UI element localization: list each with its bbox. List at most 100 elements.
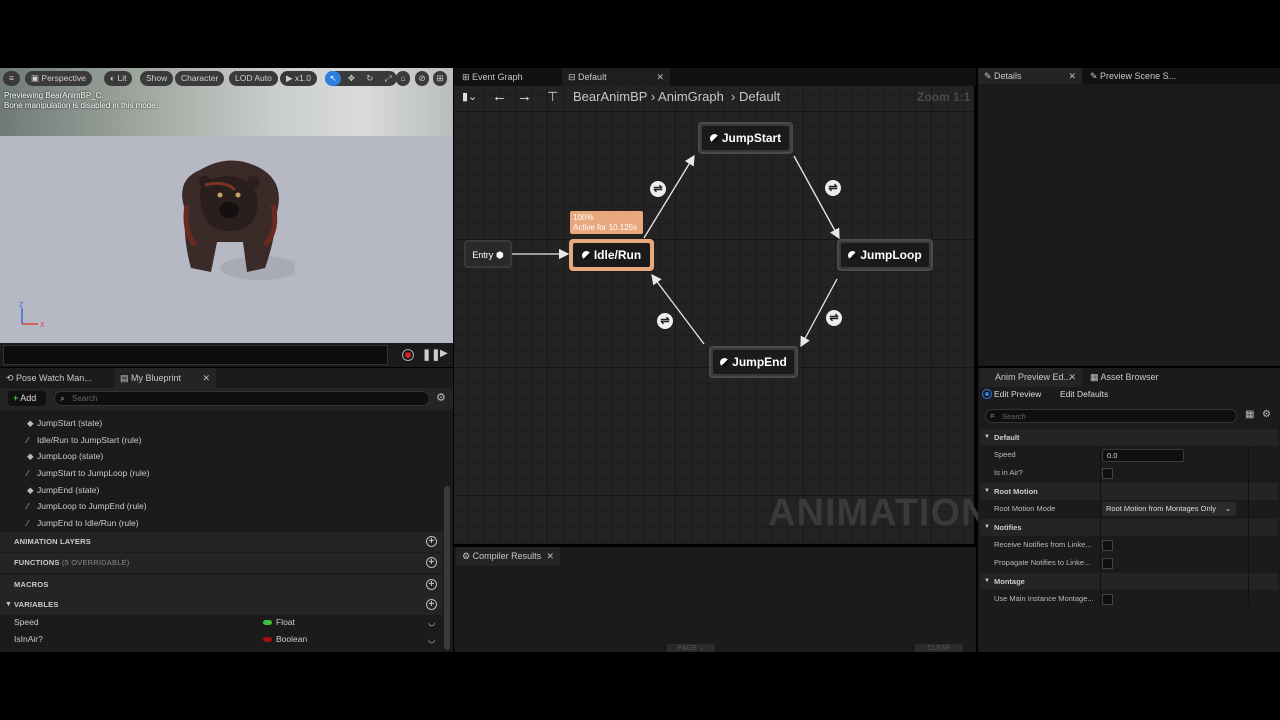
close-icon[interactable]: ✕ bbox=[656, 68, 664, 86]
tab-asset-browser[interactable]: ▦ Asset Browser bbox=[1084, 368, 1184, 387]
is-in-air-checkbox[interactable] bbox=[1102, 468, 1113, 479]
property-label: Speed bbox=[994, 450, 1016, 459]
transition-rule-icon[interactable]: ⇌ bbox=[825, 180, 841, 196]
viewport-menu-button[interactable]: ≡ bbox=[3, 71, 20, 86]
graph-icon: ⊞ bbox=[462, 72, 473, 82]
cube-icon: ▣ bbox=[31, 73, 42, 83]
select-tool-icon[interactable]: ↖ bbox=[325, 71, 341, 86]
preview-viewport[interactable]: ≡ ▣ Perspective ◐ Lit Show Character LOD… bbox=[0, 68, 453, 343]
transition-rule-icon[interactable]: ⇌ bbox=[826, 310, 842, 326]
speed-input[interactable]: 0.0 bbox=[1102, 449, 1184, 462]
state-icon bbox=[720, 358, 730, 367]
lit-button[interactable]: ◐ Lit bbox=[104, 71, 133, 86]
root-motion-mode-dropdown[interactable]: Root Motion from Montages Only ⌄ bbox=[1102, 502, 1236, 516]
propagate-notifies-checkbox[interactable] bbox=[1102, 558, 1113, 569]
tab-event-graph[interactable]: ⊞ Event Graph bbox=[456, 68, 560, 86]
tab-preview-scene[interactable]: ✎ Preview Scene S... bbox=[1084, 68, 1194, 84]
receive-notifies-checkbox[interactable] bbox=[1102, 540, 1113, 551]
transform-tools: ↖ ✥ ↻ ⤢ bbox=[325, 71, 397, 86]
blueprint-search-input[interactable]: ⌕ Search bbox=[54, 391, 430, 406]
play-forward-icon[interactable]: ▶ bbox=[440, 348, 450, 361]
edit-defaults-button[interactable]: Edit Defaults bbox=[1060, 389, 1108, 399]
eye-icon[interactable]: ◡ bbox=[428, 631, 435, 648]
edit-preview-label[interactable]: Edit Preview bbox=[994, 389, 1041, 399]
add-button[interactable]: + Add bbox=[8, 391, 46, 406]
scrollbar[interactable] bbox=[444, 486, 450, 650]
section-notifies[interactable]: ▼ Notifies bbox=[980, 519, 1278, 536]
state-node-jumpstart[interactable]: JumpStart bbox=[698, 122, 793, 154]
table-view-icon[interactable]: ▦ bbox=[1245, 409, 1254, 420]
tree-item-label: Idle/Run to JumpStart (rule) bbox=[37, 435, 142, 445]
variable-row-isinair[interactable]: IsInAir? Boolean ◡ bbox=[0, 631, 443, 648]
transition-jumpstart-to-jumploop[interactable] bbox=[793, 155, 840, 240]
close-icon[interactable]: ✕ bbox=[1068, 368, 1076, 387]
show-button[interactable]: Show bbox=[140, 71, 174, 86]
tab-anim-preview[interactable]: Anim Preview Ed... ✕ bbox=[980, 368, 1082, 387]
tab-compiler-results[interactable]: ⚙ Compiler Results ✕ bbox=[456, 547, 560, 566]
section-variables[interactable]: ▼ VARIABLES + bbox=[0, 595, 443, 615]
tab-event-graph-label: Event Graph bbox=[472, 72, 523, 82]
close-icon[interactable]: ✕ bbox=[202, 368, 210, 388]
transition-jumpend-to-idle[interactable] bbox=[651, 273, 705, 345]
lod-button[interactable]: LOD Auto bbox=[229, 71, 278, 86]
state-node-idle-run[interactable]: Idle/Run bbox=[569, 239, 654, 271]
property-label: Use Main Instance Montage... bbox=[994, 594, 1094, 603]
graph-watermark: ANIMATION bbox=[768, 492, 990, 534]
playback-speed-button[interactable]: ▶ x1.0 bbox=[280, 71, 317, 86]
section-montage[interactable]: ▼ Montage bbox=[980, 573, 1278, 590]
add-function-icon[interactable]: + bbox=[426, 557, 437, 568]
anim-preview-search-input[interactable]: ⌕ Search bbox=[985, 409, 1237, 423]
tab-pose-watch[interactable]: ⟲ Pose Watch Man... bbox=[0, 368, 114, 388]
transition-rule-icon[interactable]: ⇌ bbox=[650, 181, 666, 197]
collapse-arrow-icon: ▼ bbox=[5, 601, 13, 608]
entry-node[interactable]: Entry ⬢ bbox=[464, 240, 512, 268]
section-macros[interactable]: MACROS + bbox=[0, 575, 443, 595]
perspective-button[interactable]: ▣ Perspective bbox=[25, 71, 92, 86]
transition-idle-to-jumpstart[interactable] bbox=[643, 154, 695, 239]
add-variable-icon[interactable]: + bbox=[426, 599, 437, 610]
section-functions[interactable]: FUNCTIONS (5 OVERRIDABLE) + bbox=[0, 553, 443, 573]
tab-details[interactable]: ✎ Details ✕ bbox=[978, 68, 1082, 84]
settings-gear-icon[interactable]: ⚙ bbox=[436, 391, 446, 404]
page-button[interactable]: PAGE ⌄ bbox=[667, 644, 715, 652]
state-icon bbox=[848, 251, 858, 260]
tree-item-label: JumpLoop (state) bbox=[37, 451, 104, 461]
use-main-instance-checkbox[interactable] bbox=[1102, 594, 1113, 605]
transition-rule-icon[interactable]: ⇌ bbox=[657, 313, 673, 329]
tree-item-jumpend-state[interactable]: ◆ JumpEnd (state) bbox=[27, 482, 99, 498]
section-root-motion[interactable]: ▼ Root Motion bbox=[980, 483, 1278, 500]
add-macro-icon[interactable]: + bbox=[426, 579, 437, 590]
settings-gear-icon[interactable]: ⚙ bbox=[1262, 409, 1271, 420]
move-tool-icon[interactable]: ✥ bbox=[343, 71, 359, 86]
character-button[interactable]: Character bbox=[175, 71, 225, 86]
state-node-jumploop[interactable]: JumpLoop bbox=[837, 239, 933, 271]
tree-item-idle-to-jumpstart-rule[interactable]: ⁄ Idle/Run to JumpStart (rule) bbox=[27, 432, 141, 448]
grid-snap-icon[interactable]: ⊞ bbox=[433, 71, 447, 86]
surface-snapping-icon[interactable]: ⊘ bbox=[415, 71, 429, 86]
pause-icon[interactable]: ❚❚ bbox=[422, 348, 440, 361]
tree-item-jumpend-to-idle-rule[interactable]: ⁄ JumpEnd to Idle/Run (rule) bbox=[27, 515, 139, 531]
tab-default[interactable]: ⊟ Default ✕ bbox=[562, 68, 670, 86]
variable-row-speed[interactable]: Speed Float ◡ bbox=[0, 614, 443, 631]
tree-item-jumpstart-state[interactable]: ◆ JumpStart (state) bbox=[27, 415, 102, 431]
timeline-scrubber[interactable] bbox=[3, 345, 388, 365]
world-local-icon[interactable]: ⌂ bbox=[396, 71, 410, 86]
close-icon[interactable]: ✕ bbox=[546, 547, 554, 566]
add-animation-layer-icon[interactable]: + bbox=[426, 536, 437, 547]
scale-tool-icon[interactable]: ⤢ bbox=[380, 71, 396, 86]
bone-manipulation-message: Bone manipulation is disabled in this mo… bbox=[4, 101, 158, 110]
tree-item-jumploop-state[interactable]: ◆ JumpLoop (state) bbox=[27, 448, 103, 464]
section-label: Default bbox=[994, 433, 1020, 442]
record-button[interactable] bbox=[402, 349, 414, 361]
eye-icon[interactable]: ◡ bbox=[428, 614, 435, 631]
tree-item-jumpstart-to-jumploop-rule[interactable]: ⁄ JumpStart to JumpLoop (rule) bbox=[27, 465, 149, 481]
edit-preview-radio[interactable] bbox=[982, 389, 992, 399]
section-default[interactable]: ▼ Default bbox=[980, 429, 1278, 446]
section-animation-layers[interactable]: ANIMATION LAYERS + bbox=[0, 532, 443, 552]
rotate-tool-icon[interactable]: ↻ bbox=[362, 71, 378, 86]
tree-item-jumploop-to-jumpend-rule[interactable]: ⁄ JumpLoop to JumpEnd (rule) bbox=[27, 498, 147, 514]
clear-button[interactable]: CLEAR bbox=[915, 644, 963, 652]
close-icon[interactable]: ✕ bbox=[1068, 68, 1076, 84]
state-node-jumpend[interactable]: JumpEnd bbox=[709, 346, 798, 378]
tab-my-blueprint[interactable]: ▤ My Blueprint ✕ bbox=[114, 368, 216, 388]
